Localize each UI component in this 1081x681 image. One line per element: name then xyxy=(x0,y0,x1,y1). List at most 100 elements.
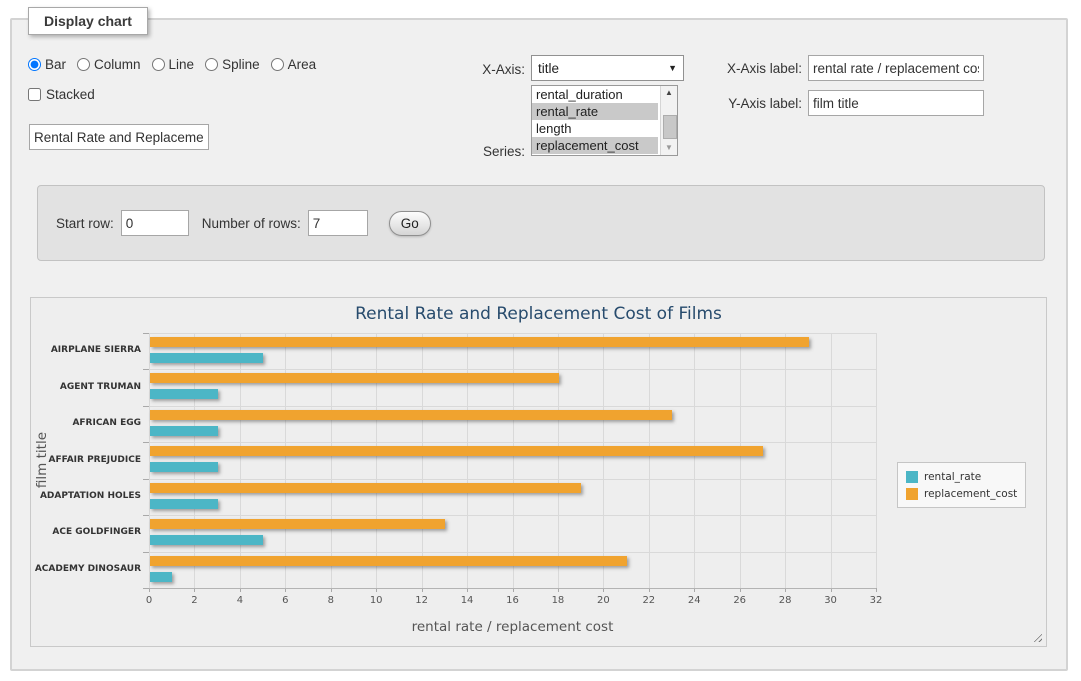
yaxis-label-input[interactable] xyxy=(808,90,984,116)
y-axis-tick xyxy=(143,406,149,407)
x-tick-label: 16 xyxy=(498,595,528,606)
grid-line-horizontal xyxy=(149,479,876,480)
grid-line-vertical xyxy=(513,333,514,588)
page: { "panel": { "legend": "Display chart" }… xyxy=(0,0,1081,681)
bar-rental_rate xyxy=(150,499,218,509)
chart-type-option-spline[interactable]: Spline xyxy=(205,57,260,72)
legend-item-replacement_cost[interactable]: replacement_cost xyxy=(906,485,1017,502)
chart-type-radio-label: Line xyxy=(169,57,195,72)
chart-type-radio-label: Bar xyxy=(45,57,66,72)
bar-replacement_cost xyxy=(150,337,809,347)
scroll-up-icon[interactable]: ▲ xyxy=(661,86,677,100)
scroll-down-icon[interactable]: ▼ xyxy=(661,141,677,155)
xaxis-label-label: X-Axis label: xyxy=(698,61,802,76)
series-options: rental_durationrental_ratelengthreplacem… xyxy=(532,86,677,154)
start-row-label: Start row: xyxy=(56,216,114,231)
grid-line-vertical xyxy=(831,333,832,588)
x-tick-label: 14 xyxy=(452,595,482,606)
bar-rental_rate xyxy=(150,389,218,399)
chart-type-radio-area[interactable] xyxy=(271,58,284,71)
bar-replacement_cost xyxy=(150,410,672,420)
grid-line-vertical xyxy=(331,333,332,588)
grid-line-horizontal xyxy=(149,442,876,443)
x-tick-label: 8 xyxy=(316,595,346,606)
scrollbar-thumb[interactable] xyxy=(663,115,677,139)
x-tick-label: 2 xyxy=(179,595,209,606)
x-tick-label: 0 xyxy=(134,595,164,606)
chart-type-radio-bar[interactable] xyxy=(28,58,41,71)
start-row-input[interactable] xyxy=(121,210,189,236)
x-tick-label: 26 xyxy=(725,595,755,606)
chart-plot-layer: 02468101214161820222426283032AIRPLANE SI… xyxy=(31,298,1046,646)
x-tick-label: 12 xyxy=(407,595,437,606)
grid-line-horizontal xyxy=(149,406,876,407)
grid-line-vertical xyxy=(149,333,150,588)
x-tick-label: 4 xyxy=(225,595,255,606)
stacked-checkbox-row[interactable]: Stacked xyxy=(28,87,95,102)
bar-rental_rate xyxy=(150,353,263,363)
series-option-rental_duration[interactable]: rental_duration xyxy=(532,86,658,103)
bar-rental_rate xyxy=(150,426,218,436)
chart-type-radio-label: Column xyxy=(94,57,141,72)
y-axis-tick xyxy=(143,369,149,370)
listbox-scrollbar[interactable]: ▲ ▼ xyxy=(660,86,677,155)
x-tick-label: 32 xyxy=(861,595,891,606)
xaxis-label-input[interactable] xyxy=(808,55,984,81)
num-rows-input[interactable] xyxy=(308,210,368,236)
row-range-box: Start row: Number of rows: Go xyxy=(37,185,1045,261)
y-axis-title-text: film title xyxy=(34,432,50,488)
bar-rental_rate xyxy=(150,572,172,582)
x-tick-label: 28 xyxy=(770,595,800,606)
grid-line-vertical xyxy=(740,333,741,588)
chart-title-input[interactable] xyxy=(29,124,209,150)
chart-type-radio-group: Bar Column Line Spline Area xyxy=(28,57,327,72)
grid-line-horizontal xyxy=(149,515,876,516)
grid-line-vertical xyxy=(194,333,195,588)
grid-line-vertical xyxy=(285,333,286,588)
go-button[interactable]: Go xyxy=(389,211,431,236)
bar-replacement_cost xyxy=(150,373,559,383)
grid-line-vertical xyxy=(694,333,695,588)
grid-line-vertical xyxy=(422,333,423,588)
bar-rental_rate xyxy=(150,535,263,545)
x-axis-title: rental rate / replacement cost xyxy=(149,619,876,635)
panel-title: Display chart xyxy=(28,7,148,35)
chart-type-option-line[interactable]: Line xyxy=(152,57,195,72)
x-tick-label: 30 xyxy=(816,595,846,606)
x-axis-tick xyxy=(876,588,877,592)
grid-line-vertical xyxy=(785,333,786,588)
legend-swatch-icon xyxy=(906,488,918,500)
chart-type-radio-spline[interactable] xyxy=(205,58,218,71)
xaxis-select[interactable]: title ▼ xyxy=(531,55,684,81)
chart-legend: rental_rate replacement_cost xyxy=(897,462,1026,508)
series-select-label: Series: xyxy=(445,144,525,159)
chart-type-radio-column[interactable] xyxy=(77,58,90,71)
chart-type-radio-label: Spline xyxy=(222,57,260,72)
bar-rental_rate xyxy=(150,462,218,472)
xaxis-select-label: X-Axis: xyxy=(445,62,525,77)
grid-line-horizontal xyxy=(149,369,876,370)
chart-type-radio-line[interactable] xyxy=(152,58,165,71)
series-option-rental_rate[interactable]: rental_rate xyxy=(532,103,658,120)
y-axis-tick xyxy=(143,515,149,516)
y-axis-tick xyxy=(143,333,149,334)
stacked-checkbox[interactable] xyxy=(28,88,41,101)
legend-item-rental_rate[interactable]: rental_rate xyxy=(906,468,1017,485)
series-option-length[interactable]: length xyxy=(532,120,658,137)
legend-label: replacement_cost xyxy=(924,488,1017,500)
num-rows-label: Number of rows: xyxy=(202,216,301,231)
legend-swatch-icon xyxy=(906,471,918,483)
y-axis-tick xyxy=(143,479,149,480)
yaxis-label-label: Y-Axis label: xyxy=(698,96,802,111)
bar-replacement_cost xyxy=(150,519,445,529)
grid-line-vertical xyxy=(467,333,468,588)
chart-type-option-area[interactable]: Area xyxy=(271,57,317,72)
bar-replacement_cost xyxy=(150,483,581,493)
chart-type-option-bar[interactable]: Bar xyxy=(28,57,66,72)
chart-type-option-column[interactable]: Column xyxy=(77,57,141,72)
x-tick-label: 6 xyxy=(270,595,300,606)
series-option-replacement_cost[interactable]: replacement_cost xyxy=(532,137,658,154)
grid-line-vertical xyxy=(376,333,377,588)
series-listbox[interactable]: rental_durationrental_ratelengthreplacem… xyxy=(531,85,678,156)
x-tick-label: 24 xyxy=(679,595,709,606)
